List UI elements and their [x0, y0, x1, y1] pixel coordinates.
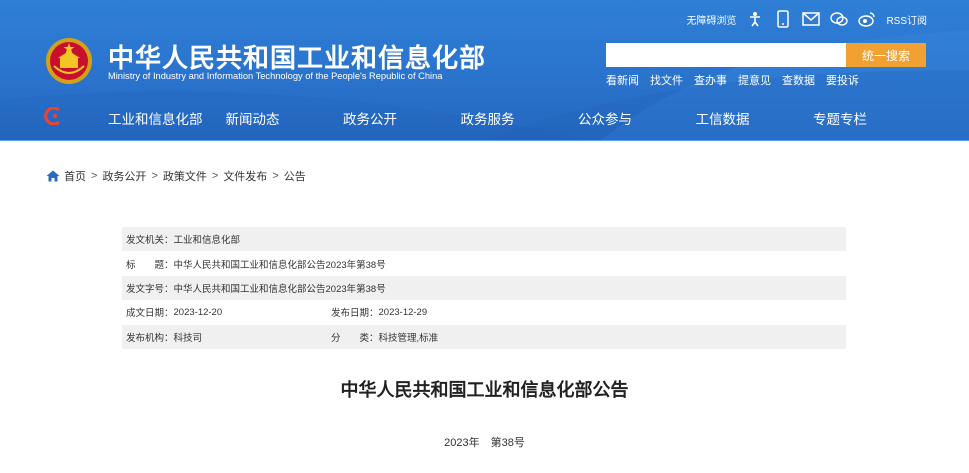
wechat-icon[interactable]	[830, 10, 849, 28]
meta-row-dates: 成文日期： 2023-12-20 发布日期： 2023-12-29	[122, 300, 846, 324]
quick-links: 看新闻 找文件 查办事 提意见 查数据 要投诉	[606, 72, 859, 88]
meta-row-title: 标 题： 中华人民共和国工业和信息化部公告2023年第38号	[122, 251, 846, 275]
document-meta-table: 发文机关： 工业和信息化部 标 题： 中华人民共和国工业和信息化部公告2023年…	[122, 227, 846, 349]
header-toolbar: 无障碍浏览 RSS订阅	[686, 10, 927, 28]
quick-link-data[interactable]: 查数据	[782, 72, 815, 88]
mobile-icon[interactable]	[774, 10, 792, 28]
accessibility-link[interactable]: 无障碍浏览	[686, 12, 736, 27]
category-label: 分 类：	[331, 332, 379, 344]
nav-item-services[interactable]: 政务服务	[461, 108, 579, 128]
national-emblem-logo	[46, 38, 92, 84]
docno-value: 中华人民共和国工业和信息化部公告2023年第38号	[173, 283, 386, 295]
created-label: 成文日期：	[126, 308, 174, 320]
category-value: 科技管理,标准	[378, 332, 439, 344]
breadcrumb-separator: >	[211, 170, 219, 182]
title-label: 标 题：	[126, 259, 174, 271]
issuer-value: 工业和信息化部	[173, 235, 241, 247]
mail-icon[interactable]	[802, 10, 821, 28]
weibo-icon[interactable]	[858, 10, 876, 28]
site-header: 无障碍浏览 RSS订阅 中华人民共和国工业和信息化部 Ministry of I…	[0, 0, 969, 141]
miit-logo-icon[interactable]	[44, 107, 64, 125]
accessibility-icon[interactable]	[746, 10, 764, 28]
search-button[interactable]: 统一搜索	[846, 43, 926, 67]
title-value: 中华人民共和国工业和信息化部公告2023年第38号	[173, 259, 386, 271]
nav-item-news[interactable]: 新闻动态	[226, 108, 344, 128]
quick-link-complaint[interactable]: 要投诉	[826, 72, 859, 88]
nav-item-data[interactable]: 工信数据	[696, 108, 814, 128]
breadcrumb-home[interactable]: 首页	[64, 168, 86, 184]
breadcrumb-separator: >	[272, 170, 279, 182]
site-title[interactable]: 中华人民共和国工业和信息化部	[108, 38, 486, 75]
breadcrumb: 首页 > 政务公开 > 政策文件 > 文件发布 > 公告	[46, 168, 306, 184]
breadcrumb-public-affairs[interactable]: 政务公开	[102, 168, 146, 184]
document-number: 2023年 第38号	[444, 437, 525, 449]
breadcrumb-announcement[interactable]: 公告	[284, 168, 306, 184]
quick-link-services[interactable]: 查办事	[694, 72, 727, 88]
issuer-label: 发文机关：	[126, 235, 174, 247]
breadcrumb-separator: >	[91, 170, 98, 182]
breadcrumb-separator: >	[151, 170, 158, 182]
search-input[interactable]	[606, 43, 846, 67]
published-label: 发布日期：	[331, 308, 379, 320]
breadcrumb-policy-files[interactable]: 政策文件	[163, 168, 207, 184]
search-bar: 统一搜索	[606, 43, 926, 67]
nav-item-topics[interactable]: 专题专栏	[813, 108, 931, 128]
agency-value: 科技司	[173, 332, 203, 344]
home-icon[interactable]	[46, 170, 60, 182]
created-value: 2023-12-20	[173, 306, 223, 318]
published-value: 2023-12-29	[378, 306, 428, 318]
meta-row-issuer: 发文机关： 工业和信息化部	[122, 227, 846, 252]
rss-link[interactable]: RSS订阅	[886, 12, 927, 27]
meta-row-docno: 发文字号： 中华人民共和国工业和信息化部公告2023年第38号	[122, 275, 846, 301]
nav-item-public-affairs[interactable]: 政务公开	[343, 108, 461, 128]
agency-label: 发布机构：	[126, 332, 174, 344]
category-field: 分 类： 科技管理,标准	[331, 330, 438, 344]
docno-label: 发文字号：	[126, 283, 174, 295]
document-title: 中华人民共和国工业和信息化部公告	[340, 380, 629, 400]
quick-link-feedback[interactable]: 提意见	[738, 72, 771, 88]
meta-row-agency: 发布机构： 科技司 分 类： 科技管理,标准	[122, 324, 846, 349]
breadcrumb-file-release[interactable]: 文件发布	[223, 168, 267, 184]
nav-item-participation[interactable]: 公众参与	[578, 108, 696, 128]
main-nav: 工业和信息化部 新闻动态 政务公开 政务服务 公众参与 工信数据 专题专栏	[108, 108, 931, 128]
nav-item-ministry[interactable]: 工业和信息化部	[108, 108, 226, 128]
published-field: 发布日期： 2023-12-29	[331, 305, 428, 320]
quick-link-files[interactable]: 找文件	[650, 72, 683, 88]
site-subtitle: Ministry of Industry and Information Tec…	[108, 71, 443, 81]
quick-link-news[interactable]: 看新闻	[606, 72, 639, 88]
